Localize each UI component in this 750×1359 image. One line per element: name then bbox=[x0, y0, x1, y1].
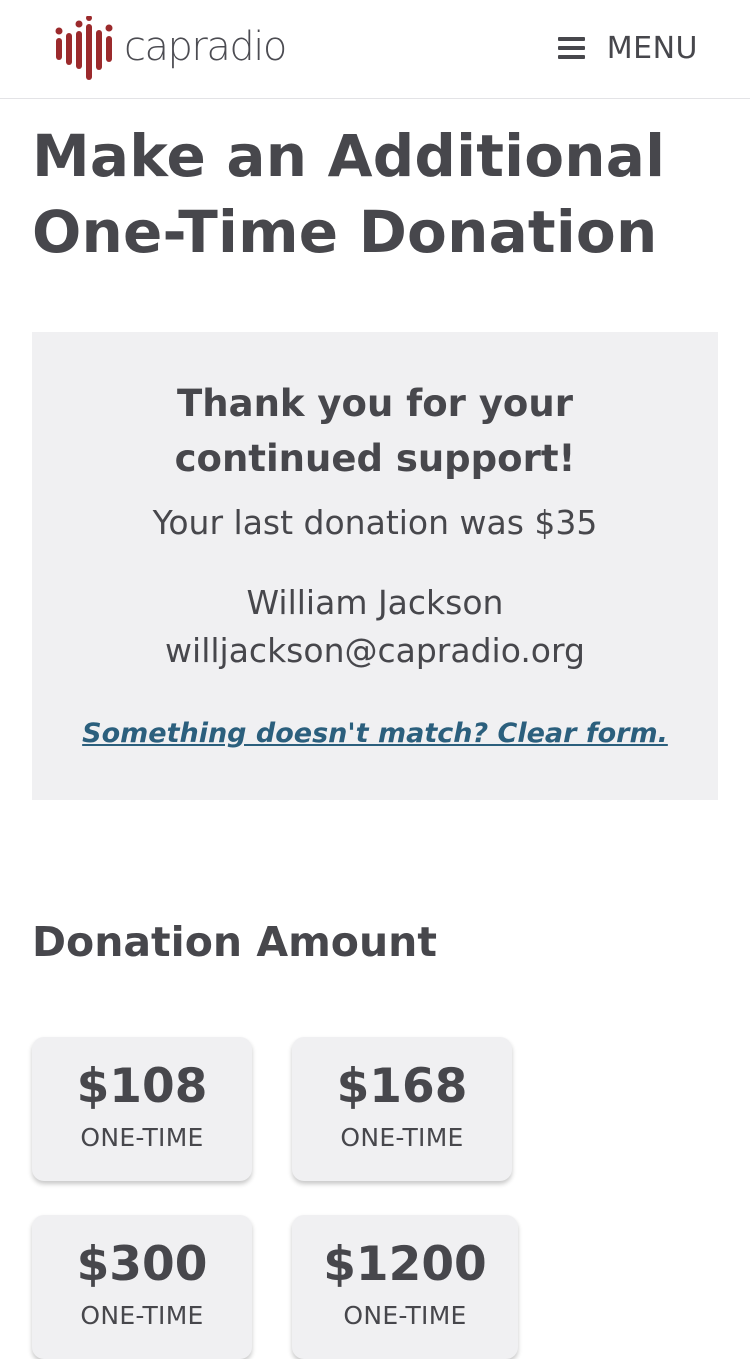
page-title: Make an Additional One-Time Donation bbox=[32, 122, 666, 266]
donation-option-1200[interactable]: $1200 ONE-TIME bbox=[292, 1215, 518, 1359]
returning-donor-panel: Thank you for your continued support! Yo… bbox=[32, 332, 718, 800]
donation-option-168[interactable]: $168 ONE-TIME bbox=[292, 1037, 512, 1181]
donation-amount: $1200 bbox=[323, 1237, 487, 1292]
donation-amount: $300 bbox=[76, 1237, 208, 1292]
donation-amount: $108 bbox=[76, 1059, 208, 1114]
donation-amount: $168 bbox=[336, 1059, 468, 1114]
donation-frequency: ONE-TIME bbox=[80, 1123, 204, 1152]
thank-you-message: Thank you for your continued support! bbox=[174, 382, 576, 480]
donation-frequency: ONE-TIME bbox=[80, 1301, 204, 1330]
capradio-logo[interactable]: capradio bbox=[54, 16, 287, 82]
donor-name: William Jackson bbox=[246, 583, 504, 622]
donation-option-108[interactable]: $108 ONE-TIME bbox=[32, 1037, 252, 1181]
clear-form-link[interactable]: Something doesn't match? Clear form. bbox=[32, 716, 718, 752]
donation-frequency: ONE-TIME bbox=[343, 1301, 467, 1330]
capradio-logo-icon bbox=[55, 16, 113, 80]
logo-wordmark: capradio bbox=[124, 24, 287, 70]
menu-label: MENU bbox=[606, 30, 698, 66]
hamburger-menu-icon bbox=[557, 37, 585, 59]
menu-button[interactable]: MENU bbox=[557, 28, 698, 68]
donation-option-300[interactable]: $300 ONE-TIME bbox=[32, 1215, 252, 1359]
donor-email: willjackson@capradio.org bbox=[165, 631, 585, 670]
last-donation-text: Your last donation was $35 bbox=[152, 503, 598, 542]
donation-amount-heading: Donation Amount bbox=[32, 918, 437, 966]
site-header: capradio MENU bbox=[0, 0, 750, 99]
donation-frequency: ONE-TIME bbox=[340, 1123, 464, 1152]
